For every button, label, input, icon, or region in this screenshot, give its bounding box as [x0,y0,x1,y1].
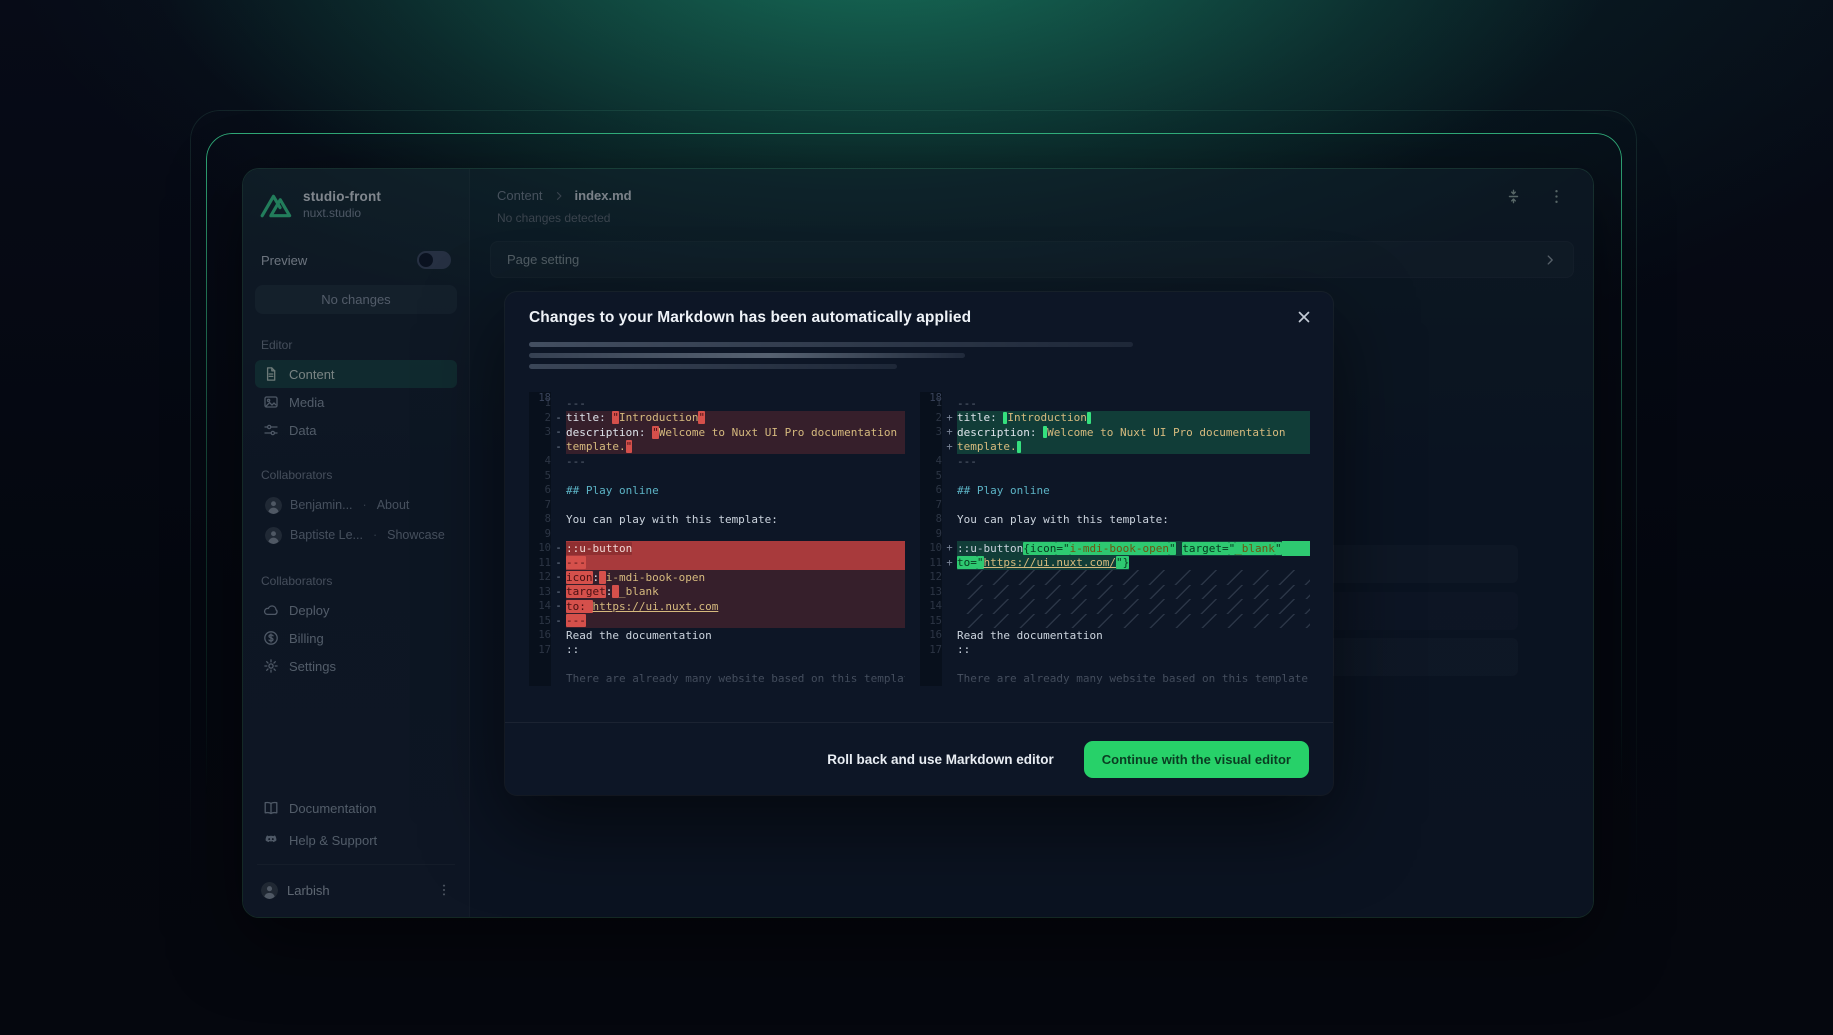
diff-pane-modified: 1---2+title: Introduction3+description: … [920,392,1310,686]
diff-line: 7 [529,498,905,513]
diff-line: 8You can play with this template: [529,512,905,527]
markdown-changes-dialog: Changes to your Markdown has been automa… [505,292,1333,795]
diff-line: 6## Play online [529,483,905,498]
diff-line: 8You can play with this template: [920,512,1310,527]
close-icon[interactable] [1295,308,1313,326]
diff-line: 16Read the documentation [529,628,905,643]
diff-line: 16Read the documentation [920,628,1310,643]
diff-line: 3-description: "Welcome to Nuxt UI Pro d… [529,425,905,440]
diff-line: 4--- [529,454,905,469]
diff-line: 15 [920,614,1310,629]
diff-line: 14 [920,599,1310,614]
diff-line: 17:: [529,643,905,658]
diff-line: There are already many website based on … [529,672,905,687]
diff-line: 6## Play online [920,483,1310,498]
diff-line: 11---- [529,556,905,571]
diff-line: 10+::u-button{icon="i-mdi-book-open" tar… [920,541,1310,556]
diff-line: 14-to: https://ui.nuxt.com [529,599,905,614]
diff-line: 3+description: Welcome to Nuxt UI Pro do… [920,425,1310,440]
diff-line: 9 [920,527,1310,542]
skeleton-line [529,364,897,369]
diff-line: 18 [529,657,905,672]
dialog-title: Changes to your Markdown has been automa… [529,309,971,327]
diff-line: 1--- [529,396,905,411]
diff-line: 12 [920,570,1310,585]
diff-line: 13 [920,585,1310,600]
diff-line: 15---- [529,614,905,629]
diff-line: 7 [920,498,1310,513]
diff-line: 10-::u-button [529,541,905,556]
diff-line: 12-icon: i-mdi-book-open [529,570,905,585]
diff-line: 13-target: _blank [529,585,905,600]
diff-line: 5 [920,469,1310,484]
diff-line: 18 [920,657,1310,672]
page-background: studio-front nuxt.studio Preview No chan… [0,0,1833,1035]
skeleton-line [529,342,1133,347]
diff-line: 9 [529,527,905,542]
dialog-footer: Roll back and use Markdown editor Contin… [505,722,1333,795]
app-window: studio-front nuxt.studio Preview No chan… [243,169,1593,917]
diff-line: 17:: [920,643,1310,658]
diff-line: 5 [529,469,905,484]
continue-visual-editor-button[interactable]: Continue with the visual editor [1084,741,1309,778]
skeleton-line [529,353,965,358]
diff-line: +template. [920,440,1310,455]
diff-line: There are already many website based on … [920,672,1310,687]
diff-line: -template." [529,440,905,455]
diff-line: 2-title: "Introduction" [529,411,905,426]
diff-pane-original: 1---2-title: "Introduction"3-description… [529,392,905,686]
diff-line: 1--- [920,396,1310,411]
diff-line: 11+to="https://ui.nuxt.com/"} [920,556,1310,571]
rollback-button[interactable]: Roll back and use Markdown editor [827,752,1054,767]
diff-line: 2+title: Introduction [920,411,1310,426]
diff-line: 4--- [920,454,1310,469]
